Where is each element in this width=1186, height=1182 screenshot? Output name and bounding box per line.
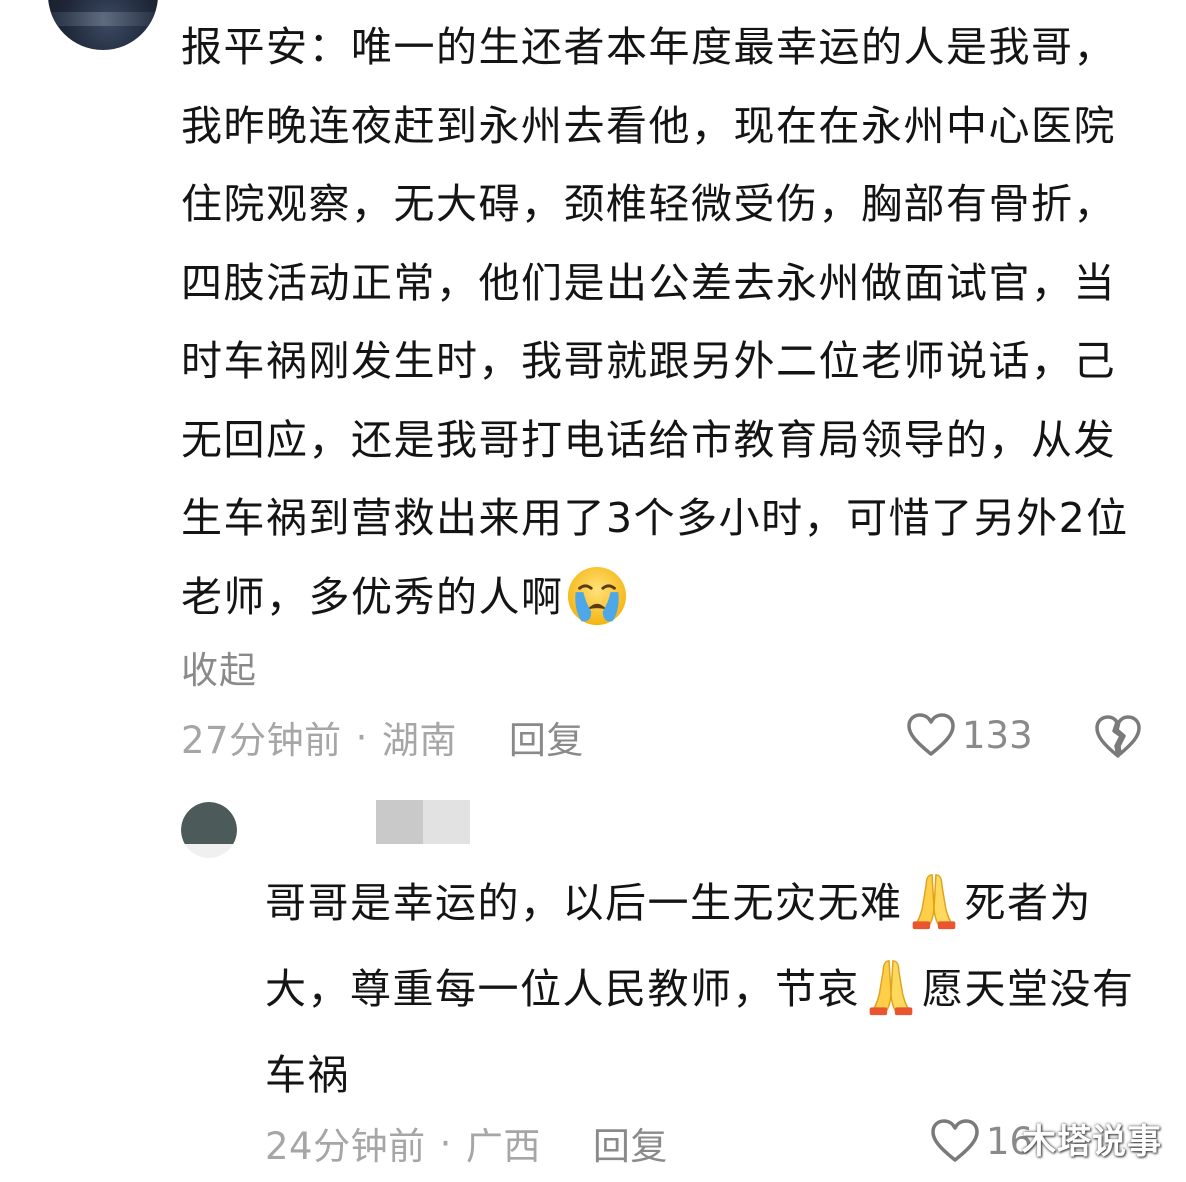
- commenter-avatar[interactable]: [48, 0, 158, 50]
- collapse-button[interactable]: 收起: [181, 640, 257, 694]
- reply-avatar[interactable]: [181, 802, 237, 858]
- reply-button[interactable]: 回复: [509, 710, 584, 764]
- meta-separator: ·: [355, 715, 368, 759]
- comment-time: 27分钟前: [181, 719, 342, 762]
- folded-hands-icon: [869, 960, 913, 1016]
- folded-hands-icon: [912, 874, 955, 930]
- comment-meta: 27分钟前 · 湖南 回复: [181, 710, 584, 764]
- reply-username-blurred: [376, 800, 470, 844]
- reply-location: 广西: [465, 1125, 541, 1168]
- reply-meta: 24分钟前 · 广西 回复: [265, 1116, 668, 1170]
- like-button[interactable]: 133: [906, 712, 1033, 758]
- meta-separator: ·: [439, 1121, 452, 1165]
- crying-face-icon: [567, 566, 626, 625]
- like-count: 133: [962, 713, 1033, 757]
- reply-body: 哥哥是幸运的，以后一生无灾无难 死者为大，尊重每一位人民教师，节哀 愿天堂没有车…: [265, 860, 1155, 1118]
- reply-reply-button[interactable]: 回复: [593, 1116, 668, 1170]
- comment-location: 湖南: [381, 719, 457, 762]
- reply-text-part1: 哥哥是幸运的，以后一生无灾无难: [265, 879, 903, 927]
- reply-time: 24分钟前: [265, 1125, 426, 1168]
- watermark: 木塔说事: [1022, 1122, 1162, 1162]
- comment-text: 报平安：唯一的生还者本年度最幸运的人是我哥，我昨晚连夜赶到永州去看他，现在在永州…: [181, 23, 1129, 621]
- heart-icon: [931, 1119, 979, 1162]
- broken-heart-icon[interactable]: [1094, 714, 1142, 760]
- heart-icon: [907, 713, 955, 756]
- reply-like-button[interactable]: 16: [930, 1118, 1033, 1164]
- comment-body: 报平安：唯一的生还者本年度最幸运的人是我哥，我昨晚连夜赶到永州去看他，现在在永州…: [181, 8, 1141, 636]
